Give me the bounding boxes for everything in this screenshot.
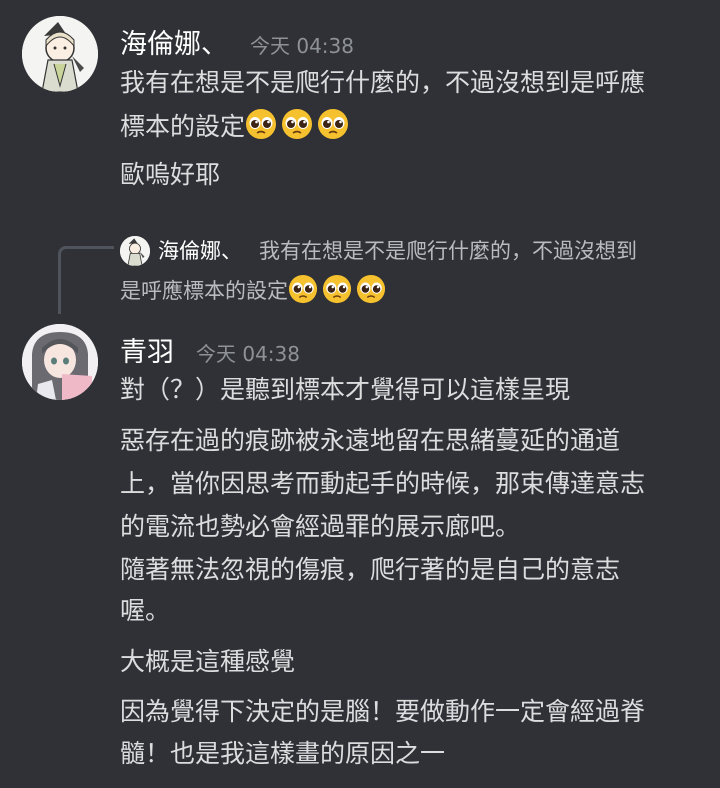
message-line: 的電流也勢必會經過罪的展示廊吧。 [120, 512, 521, 541]
message-text: 標本的設定 [120, 112, 246, 141]
message-line-with-emoji: 標本的設定 [120, 108, 353, 146]
message-line: 喔。 [120, 596, 171, 625]
pleading-face-emoji-icon [318, 109, 349, 139]
timestamp: 今天 04:38 [250, 34, 354, 58]
pleading-face-emoji-icon [356, 274, 386, 304]
reply-text-line-with-emoji: 是呼應標本的設定 [120, 274, 390, 306]
avatar-helena[interactable] [22, 16, 98, 92]
reply-connector [58, 246, 114, 314]
helena-avatar-image [22, 16, 98, 92]
reply-username[interactable]: 海倫娜、 [158, 236, 242, 266]
message-line: 隨著無法忽視的傷痕，爬行著的是自己的意志 [120, 555, 621, 584]
avatar-qingyu[interactable] [22, 324, 98, 400]
reply-text: 是呼應標本的設定 [120, 279, 288, 303]
message-line: 惡存在過的痕跡被永遠地留在思緒蔓延的通道 [120, 426, 621, 455]
message-line: 髓！也是我這樣畫的原因之一 [120, 739, 446, 768]
message-line: 因為覺得下決定的是腦！要做動作一定會經過脊 [120, 697, 646, 726]
message-line: 對（？）是聽到標本才覺得可以這樣呈現 [120, 375, 571, 404]
username[interactable]: 青羽 [120, 330, 174, 369]
message-line: 歐嗚好耶 [120, 160, 221, 189]
message-header: 青羽 今天 04:38 [120, 330, 300, 369]
message-line: 上，當你因思考而動起手的時候，那束傳達意志 [120, 469, 646, 498]
pleading-face-emoji-icon [288, 274, 318, 304]
helena-avatar-image [120, 236, 150, 266]
message-line: 我有在想是不是爬行什麼的，不過沒想到是呼應 [120, 68, 646, 97]
message-line: 大概是這種感覺 [120, 647, 296, 676]
pleading-face-emoji-icon [322, 274, 352, 304]
qingyu-avatar-image [22, 324, 98, 400]
message-header: 海倫娜、 今天 04:38 [120, 22, 354, 61]
pleading-face-emoji-icon [282, 109, 313, 139]
reply-avatar-helena [120, 236, 150, 266]
timestamp: 今天 04:38 [196, 342, 300, 366]
pleading-face-emoji-icon [246, 109, 277, 139]
username[interactable]: 海倫娜、 [120, 22, 228, 61]
reply-text-line: 我有在想是不是爬行什麼的，不過沒想到 [259, 239, 637, 263]
